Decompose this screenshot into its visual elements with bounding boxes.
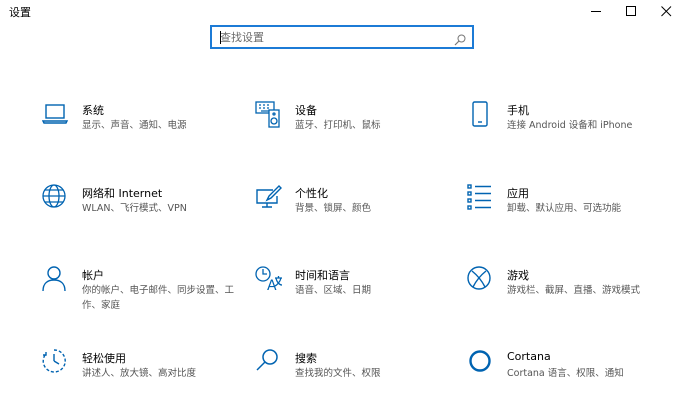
- tile-title: 网络和 Internet: [82, 187, 163, 200]
- tile-description: 语音、区域、日期: [295, 285, 372, 296]
- tile-description: 讲述人、放大镜、高对比度: [82, 368, 197, 379]
- phone-icon: [467, 101, 495, 129]
- tile-title: 时间和语言: [295, 269, 350, 282]
- tile-title: 轻松使用: [82, 352, 126, 365]
- search-icon[interactable]: [454, 31, 466, 50]
- tile-personalization[interactable]: 个性化 背景、锁屏、颜色: [255, 184, 455, 234]
- tile-title: Cortana: [507, 350, 551, 363]
- tile-title: 游戏: [507, 269, 529, 282]
- tile-accounts[interactable]: 帐户 你的帐户、电子邮件、同步设置、工作、家庭: [42, 266, 242, 316]
- minimize-button[interactable]: [581, 0, 612, 22]
- tile-title: 帐户: [82, 269, 104, 282]
- tile-title: 手机: [507, 104, 529, 117]
- tile-description: 背景、锁屏、颜色: [295, 203, 372, 214]
- time-language-icon: A: [255, 266, 283, 294]
- app-list-icon: [467, 184, 495, 212]
- tile-description: 查找我的文件、权限: [295, 368, 381, 379]
- tile-gaming[interactable]: 游戏 游戏栏、截屏、直播、游戏模式: [467, 266, 667, 316]
- window-title: 设置: [9, 6, 31, 19]
- maximize-button[interactable]: [616, 0, 647, 22]
- globe-icon: [42, 184, 70, 212]
- tile-title: 个性化: [295, 187, 328, 200]
- tile-cortana[interactable]: Cortana Cortana 语言、权限、通知: [467, 349, 667, 399]
- tile-title: 设备: [295, 104, 317, 117]
- tile-devices[interactable]: 设备 蓝牙、打印机、鼠标: [255, 101, 455, 151]
- maximize-icon: [626, 5, 636, 16]
- search-input[interactable]: [220, 29, 456, 45]
- tile-title: 搜索: [295, 352, 317, 365]
- tile-description: 连接 Android 设备和 iPhone: [507, 120, 633, 131]
- tile-description: WLAN、飞行模式、VPN: [82, 203, 187, 214]
- tile-search[interactable]: 搜索 查找我的文件、权限: [255, 349, 455, 399]
- tile-network[interactable]: 网络和 Internet WLAN、飞行模式、VPN: [42, 184, 242, 234]
- title-bar: 设置: [0, 0, 681, 22]
- minimize-icon: [591, 10, 601, 12]
- xbox-icon: [467, 266, 495, 294]
- search-box[interactable]: [210, 25, 474, 49]
- tile-time-language[interactable]: A 时间和语言 语音、区域、日期: [255, 266, 455, 316]
- tile-system[interactable]: 系统 显示、声音、通知、电源: [42, 101, 242, 151]
- paintbrush-monitor-icon: [255, 184, 283, 212]
- magnifier-icon: [255, 349, 283, 377]
- tile-description: 蓝牙、打印机、鼠标: [295, 120, 381, 131]
- tile-description: 你的帐户、电子邮件、同步设置、工作、家庭: [82, 285, 235, 311]
- close-icon: [661, 5, 672, 16]
- tile-ease-of-access[interactable]: 轻松使用 讲述人、放大镜、高对比度: [42, 349, 242, 399]
- tile-description: 显示、声音、通知、电源: [82, 120, 187, 131]
- ease-of-access-icon: [42, 349, 70, 377]
- laptop-icon: [42, 101, 70, 129]
- cortana-icon: [467, 349, 495, 377]
- person-icon: [42, 266, 70, 294]
- tile-apps[interactable]: 应用 卸载、默认应用、可选功能: [467, 184, 667, 234]
- keyboard-speaker-icon: [255, 101, 283, 129]
- tile-title: 应用: [507, 187, 529, 200]
- tile-description: 游戏栏、截屏、直播、游戏模式: [507, 285, 641, 296]
- tile-title: 系统: [82, 104, 104, 117]
- close-button[interactable]: [651, 0, 681, 22]
- tile-phone[interactable]: 手机 连接 Android 设备和 iPhone: [467, 101, 667, 151]
- tile-description: Cortana 语言、权限、通知: [507, 368, 624, 379]
- tile-description: 卸载、默认应用、可选功能: [507, 203, 622, 214]
- text-caret: [220, 31, 221, 44]
